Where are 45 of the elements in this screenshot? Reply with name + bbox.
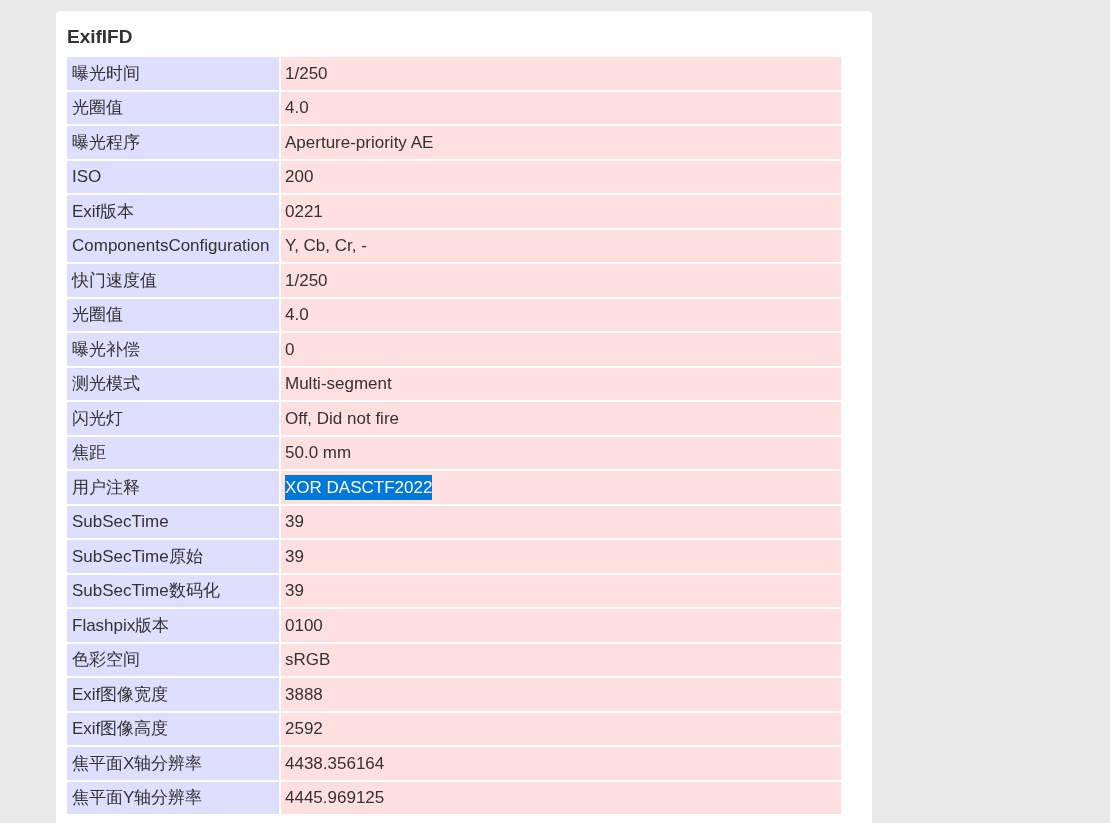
table-cell: 快门速度值 xyxy=(67,264,279,297)
table-cell-text: Multi-segment xyxy=(285,373,392,395)
table-cell-text: 3888 xyxy=(285,683,323,706)
table-cell-text: 39 xyxy=(285,545,304,568)
table-cell-text: 200 xyxy=(285,166,314,188)
table-cell-text: 0 xyxy=(285,338,295,361)
table-cell-text: 0221 xyxy=(285,200,323,223)
section-title: ExifIFD xyxy=(67,25,133,49)
table-cell-text: 4.0 xyxy=(285,97,309,119)
table-cell: ISO xyxy=(67,160,279,193)
table-cell: Exif图像高度 xyxy=(67,712,279,745)
table-cell: SubSecTime xyxy=(67,505,279,538)
table-cell-text: sRGB xyxy=(285,649,331,671)
table-cell: Exif图像宽度 xyxy=(67,678,279,711)
table-cell-text: 4.0 xyxy=(285,304,309,326)
table-cell: 色彩空间 xyxy=(67,643,279,676)
table-cell: 曝光时间 xyxy=(67,57,279,90)
table-cell-text: 4445.969125 xyxy=(285,787,385,809)
table-cell: Exif版本 xyxy=(67,195,279,228)
table-cell-text: 2592 xyxy=(285,718,323,740)
table-cell-text: Y, Cb, Cr, - xyxy=(285,235,367,257)
table-cell: 光圈值 xyxy=(67,91,279,124)
table-cell-text: XOR DASCTF2022 xyxy=(285,474,433,500)
table-cell-text: 1/250 xyxy=(285,269,328,292)
table-cell-text: 39 xyxy=(285,511,304,533)
table-cell: ComponentsConfiguration xyxy=(67,229,279,262)
table-cell: SubSecTime原始 xyxy=(67,540,279,573)
table-cell-text: Aperture-priority AE xyxy=(285,131,434,154)
table-cell: Flashpix版本 xyxy=(67,609,279,642)
table-cell: SubSecTime数码化 xyxy=(67,574,279,607)
table-cell-text: 4438.356164 xyxy=(285,752,385,775)
table-cell-text: Off, Did not fire xyxy=(285,407,399,430)
table-cell: 光圈值 xyxy=(67,298,279,331)
table-cell: 曝光补偿 xyxy=(67,333,279,366)
table-cell: 焦平面X轴分辨率 xyxy=(67,747,279,780)
table-cell-text: 50.0 mm xyxy=(285,442,352,464)
table-cell: 曝光程序 xyxy=(67,126,279,159)
table-cell: 测光模式 xyxy=(67,367,279,400)
table-cell-text: 39 xyxy=(285,580,304,602)
table-cell-text: 1/250 xyxy=(285,62,328,85)
table-cell: 用户注释 xyxy=(67,471,279,504)
table-cell: 焦距 xyxy=(67,436,279,469)
table-cell: 焦平面Y轴分辨率 xyxy=(67,781,279,814)
table-cell: 闪光灯 xyxy=(67,402,279,435)
table-cell-text: 0100 xyxy=(285,614,323,637)
